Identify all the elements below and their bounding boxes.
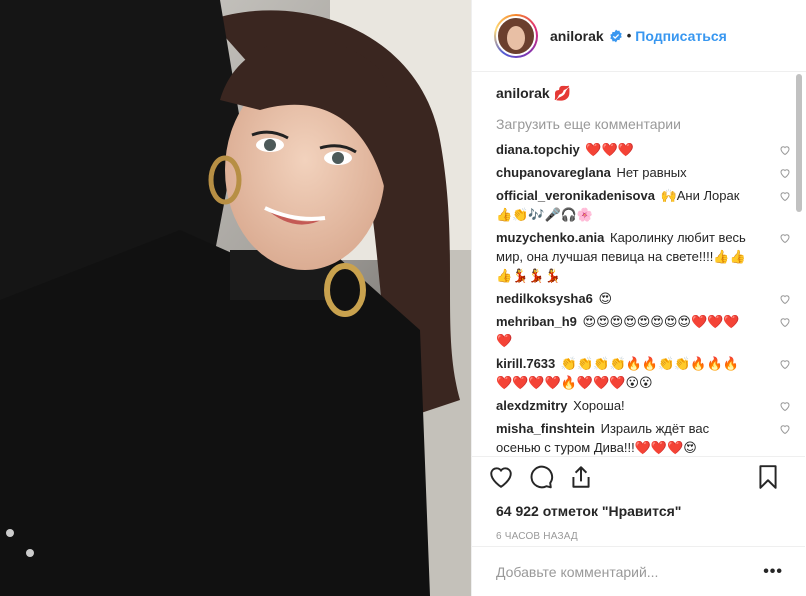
- comment-username[interactable]: mehriban_h9: [496, 314, 577, 329]
- comment-item: misha_finshtein Израиль ждёт вас осенью …: [496, 419, 790, 456]
- comments-scrollbar[interactable]: [796, 74, 804, 454]
- comment-username[interactable]: alexdzmitry: [496, 398, 568, 413]
- comment-text: ❤️❤️❤️: [585, 142, 634, 157]
- post-header: anilorak • Подписаться: [472, 0, 806, 72]
- comment-item: kirill.7633 👏👏👏👏🔥🔥👏👏🔥🔥🔥❤️❤️❤️❤️🔥❤️❤️❤️😮😮: [496, 354, 790, 392]
- post-photo[interactable]: [0, 0, 471, 596]
- comment-like-heart-icon[interactable]: [779, 358, 791, 370]
- comment-text: 😍: [598, 291, 613, 306]
- comment-username[interactable]: diana.topchiy: [496, 142, 580, 157]
- comment-item: muzychenko.ania Каролинку любит весь мир…: [496, 228, 790, 285]
- comment-username[interactable]: kirill.7633: [496, 356, 555, 371]
- comment-username[interactable]: muzychenko.ania: [496, 230, 604, 245]
- likes-count[interactable]: 64 922 отметок "Нравится": [488, 503, 789, 519]
- add-comment-bar: •••: [472, 546, 805, 596]
- comment-like-heart-icon[interactable]: [779, 232, 791, 244]
- heart-icon[interactable]: [488, 464, 514, 490]
- comment-item: nedilkoksysha6 😍: [496, 289, 790, 308]
- caption-username[interactable]: anilorak: [496, 85, 550, 101]
- comment-like-heart-icon[interactable]: [779, 167, 791, 179]
- photo-illustration: [0, 0, 471, 596]
- comment-bubble-icon[interactable]: [528, 464, 554, 490]
- comment-item: mehriban_h9 😍😍😍😍😍😍😍😍❤️❤️❤️❤️: [496, 312, 790, 350]
- comment-username[interactable]: nedilkoksysha6: [496, 291, 593, 306]
- comment-username[interactable]: chupanovareglana: [496, 165, 611, 180]
- post-caption: anilorak 💋: [496, 85, 769, 102]
- author-username[interactable]: anilorak: [550, 28, 604, 44]
- comment-text: Хороша!: [573, 398, 625, 413]
- comment-text: Нет равных: [616, 165, 687, 180]
- avatar[interactable]: [496, 15, 536, 56]
- more-options-button[interactable]: •••: [763, 563, 783, 581]
- follow-button[interactable]: Подписаться: [635, 28, 727, 44]
- story-ring[interactable]: [494, 13, 538, 58]
- post-actions: 64 922 отметок "Нравится" 6 ЧАСОВ НАЗАД: [472, 456, 805, 542]
- comment-like-heart-icon[interactable]: [779, 316, 791, 328]
- verified-badge-icon: [609, 29, 622, 42]
- comment-input[interactable]: [496, 563, 764, 580]
- post-timestamp[interactable]: 6 ЧАСОВ НАЗАД: [488, 531, 789, 542]
- load-more-comments-button[interactable]: Загрузить еще комментарии: [496, 116, 769, 132]
- comment-like-heart-icon[interactable]: [779, 190, 791, 202]
- share-icon[interactable]: [568, 464, 594, 490]
- bookmark-icon[interactable]: [755, 464, 781, 490]
- comments-list[interactable]: anilorak 💋 Загрузить еще комментарии dia…: [472, 73, 805, 456]
- comment-like-heart-icon[interactable]: [779, 423, 791, 435]
- comment-item: diana.topchiy ❤️❤️❤️: [496, 140, 790, 159]
- caption-text: 💋: [553, 85, 572, 101]
- scrollbar-thumb[interactable]: [796, 74, 802, 212]
- comment-like-heart-icon[interactable]: [779, 293, 791, 305]
- comment-username[interactable]: misha_finshtein: [496, 421, 595, 436]
- comment-item: alexdzmitry Хороша!: [496, 396, 790, 415]
- comment-like-heart-icon[interactable]: [779, 400, 791, 412]
- comment-item: official_veronikadenisova 🙌Ани Лорак 👍👏🎶…: [496, 186, 790, 224]
- post-sidebar: anilorak • Подписаться anilorak 💋 Загруз…: [471, 0, 806, 596]
- instagram-post: anilorak • Подписаться anilorak 💋 Загруз…: [0, 0, 806, 596]
- comment-item: chupanovareglana Нет равных: [496, 163, 790, 182]
- comment-like-heart-icon[interactable]: [779, 144, 791, 156]
- comment-username[interactable]: official_veronikadenisova: [496, 188, 655, 203]
- separator-dot: •: [626, 28, 632, 43]
- action-icons-row: [488, 457, 789, 497]
